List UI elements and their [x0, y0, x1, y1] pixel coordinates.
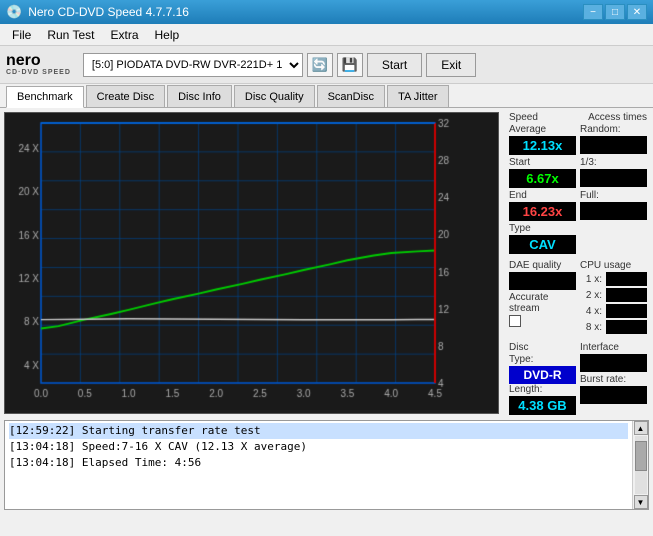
menu-run-test[interactable]: Run Test — [39, 26, 102, 44]
log-text-1: Speed:7-16 X CAV (12.13 X average) — [82, 440, 307, 453]
disc-type-sub-label: Type: — [509, 354, 576, 365]
dae-quality-value — [509, 272, 576, 290]
end-label: End — [509, 190, 576, 201]
log-entry-0: [12:59:22] Starting transfer rate test — [9, 423, 628, 439]
tab-create-disc[interactable]: Create Disc — [86, 85, 165, 107]
menu-bar: File Run Test Extra Help — [0, 24, 653, 46]
disc-length-value: 4.38 GB — [509, 396, 576, 415]
one-third-label: 1/3: — [580, 157, 647, 168]
log-area: [12:59:22] Starting transfer rate test [… — [4, 420, 649, 510]
tab-benchmark[interactable]: Benchmark — [6, 86, 84, 108]
refresh-icon-btn[interactable]: 🔄 — [307, 53, 333, 77]
cpu-2x-value — [606, 288, 647, 302]
accurate-stream-label: Accurate stream — [509, 292, 576, 314]
one-third-value — [580, 169, 647, 187]
tab-bar: Benchmark Create Disc Disc Info Disc Qua… — [0, 84, 653, 108]
cpu-usage-label: CPU usage — [580, 260, 647, 271]
random-label: Random: — [580, 124, 647, 135]
end-value: 16.23x — [509, 202, 576, 221]
start-button[interactable]: Start — [367, 53, 422, 77]
scroll-thumb[interactable] — [635, 441, 647, 471]
speed-section: Speed Access times Average 12.13x Random… — [509, 112, 647, 254]
scroll-track[interactable] — [635, 436, 647, 494]
type-value: CAV — [509, 235, 576, 254]
log-time-2: [13:04:18] — [9, 456, 75, 469]
tab-ta-jitter[interactable]: TA Jitter — [387, 85, 449, 107]
type-label: Type — [509, 223, 576, 234]
close-button[interactable]: ✕ — [627, 4, 647, 20]
menu-help[interactable]: Help — [147, 26, 188, 44]
cpu-row-1x: 1 x: — [580, 272, 647, 286]
cpu-8x-value — [606, 320, 647, 334]
window-title: Nero CD-DVD Speed 4.7.7.16 — [28, 5, 581, 19]
cpu-row-2x: 2 x: — [580, 288, 647, 302]
cpu-4x-label: 4 x: — [580, 306, 602, 317]
cpu-row-4x: 4 x: — [580, 304, 647, 318]
disc-length-label: Length: — [509, 384, 576, 395]
tab-disc-info[interactable]: Disc Info — [167, 85, 232, 107]
interface-value — [580, 354, 647, 372]
title-bar: 💿 Nero CD-DVD Speed 4.7.7.16 − □ ✕ — [0, 0, 653, 24]
log-entry-1: [13:04:18] Speed:7-16 X CAV (12.13 X ave… — [9, 439, 628, 455]
drive-select[interactable]: [5:0] PIODATA DVD-RW DVR-221D+ 1.CZ — [83, 53, 303, 77]
cpu-1x-value — [606, 272, 647, 286]
cpu-1x-label: 1 x: — [580, 274, 602, 285]
scroll-up-arrow[interactable]: ▲ — [634, 421, 648, 435]
menu-file[interactable]: File — [4, 26, 39, 44]
accurate-stream-checkbox-area — [509, 315, 576, 327]
logo-sub-text: CD·DVD SPEED — [6, 69, 71, 76]
average-label: Average — [509, 124, 576, 135]
burst-rate-value — [580, 386, 647, 404]
app-logo: nero CD·DVD SPEED — [6, 53, 71, 76]
menu-extra[interactable]: Extra — [102, 26, 146, 44]
full-value — [580, 202, 647, 220]
disc-type-label: Disc — [509, 342, 576, 353]
interface-label: Interface — [580, 342, 647, 353]
scroll-down-arrow[interactable]: ▼ — [634, 495, 648, 509]
log-content: [12:59:22] Starting transfer rate test [… — [5, 421, 632, 509]
log-time-0: [12:59:22] — [9, 424, 75, 437]
cpu-8x-label: 8 x: — [580, 322, 602, 333]
log-time-1: [13:04:18] — [9, 440, 75, 453]
disc-type-value: DVD-R — [509, 366, 576, 384]
log-text-2: Elapsed Time: 4:56 — [82, 456, 201, 469]
access-times-label: Access times — [588, 112, 647, 123]
main-content: Speed Access times Average 12.13x Random… — [0, 108, 653, 418]
maximize-button[interactable]: □ — [605, 4, 625, 20]
cpu-row-8x: 8 x: — [580, 320, 647, 334]
exit-button[interactable]: Exit — [426, 53, 476, 77]
tab-scan-disc[interactable]: ScanDisc — [317, 85, 385, 107]
tab-disc-quality[interactable]: Disc Quality — [234, 85, 315, 107]
speed-label: Speed — [509, 112, 538, 123]
log-text-0: Starting transfer rate test — [82, 424, 261, 437]
start-value: 6.67x — [509, 169, 576, 188]
dae-quality-label: DAE quality — [509, 260, 576, 271]
log-entry-2: [13:04:18] Elapsed Time: 4:56 — [9, 455, 628, 471]
logo-nero-text: nero — [6, 53, 71, 69]
accurate-stream-checkbox[interactable] — [509, 315, 521, 327]
log-scrollbar[interactable]: ▲ ▼ — [632, 421, 648, 509]
cpu-4x-value — [606, 304, 647, 318]
toolbar: nero CD·DVD SPEED [5:0] PIODATA DVD-RW D… — [0, 46, 653, 84]
chart-area — [4, 112, 499, 414]
burst-rate-label: Burst rate: — [580, 374, 647, 385]
average-value: 12.13x — [509, 136, 576, 155]
save-icon-btn[interactable]: 💾 — [337, 53, 363, 77]
minimize-button[interactable]: − — [583, 4, 603, 20]
full-label: Full: — [580, 190, 647, 201]
start-label: Start — [509, 157, 576, 168]
cpu-2x-label: 2 x: — [580, 290, 602, 301]
right-panel: Speed Access times Average 12.13x Random… — [503, 108, 653, 418]
random-value — [580, 136, 647, 154]
